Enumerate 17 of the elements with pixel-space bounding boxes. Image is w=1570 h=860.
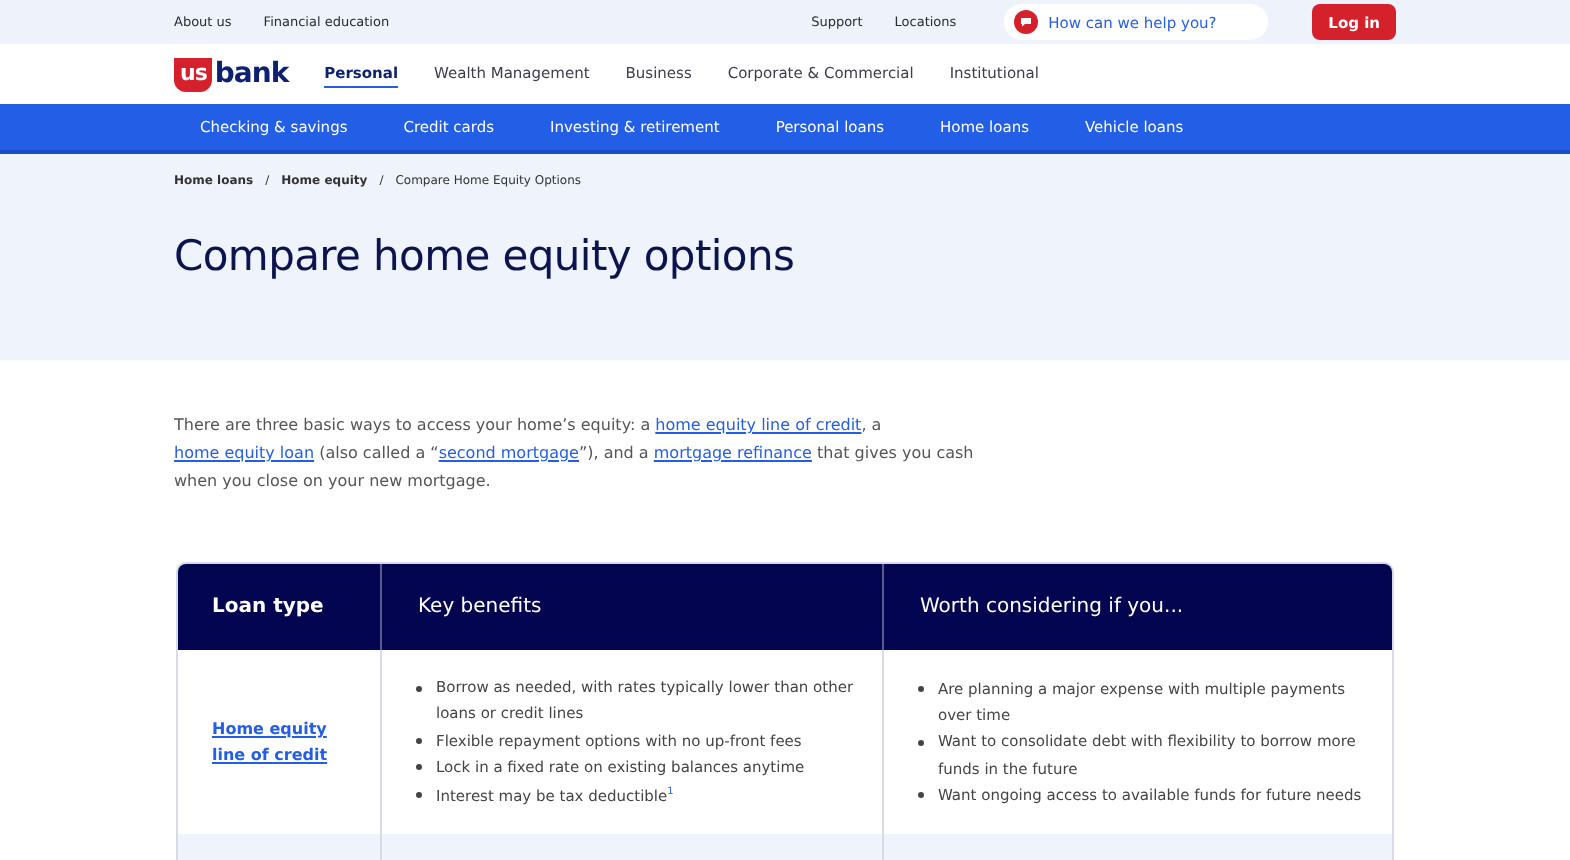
chat-icon bbox=[1014, 10, 1039, 34]
intro-paragraph: There are three basic ways to access your home’s equity: a home equity line of credit, a home equity loan (also called a “second mortgage”), and a mortgage refinance that gives you cash when you close on your new mortgage. bbox=[174, 414, 976, 494]
bullet-icon bbox=[918, 792, 924, 799]
bank-logo[interactable]: us bank bbox=[174, 57, 289, 91]
text-link[interactable]: home equity line of credit bbox=[655, 416, 862, 434]
page-title: Compare home equity options bbox=[174, 232, 797, 280]
text-link[interactable]: second mortgage bbox=[438, 444, 579, 462]
bullet-icon bbox=[416, 791, 422, 798]
bullet-icon bbox=[416, 738, 422, 745]
text-link[interactable]: home equity loan bbox=[174, 444, 315, 462]
bullet-icon bbox=[416, 764, 422, 771]
loan-type-link[interactable]: Home equity line of credit bbox=[212, 716, 360, 768]
column-header: Worth considering if you... bbox=[918, 594, 1186, 622]
bullet-icon bbox=[918, 739, 924, 746]
bullet-icon bbox=[918, 686, 924, 693]
bullet-icon bbox=[416, 685, 422, 691]
text-link[interactable]: mortgage refinance bbox=[653, 444, 812, 462]
